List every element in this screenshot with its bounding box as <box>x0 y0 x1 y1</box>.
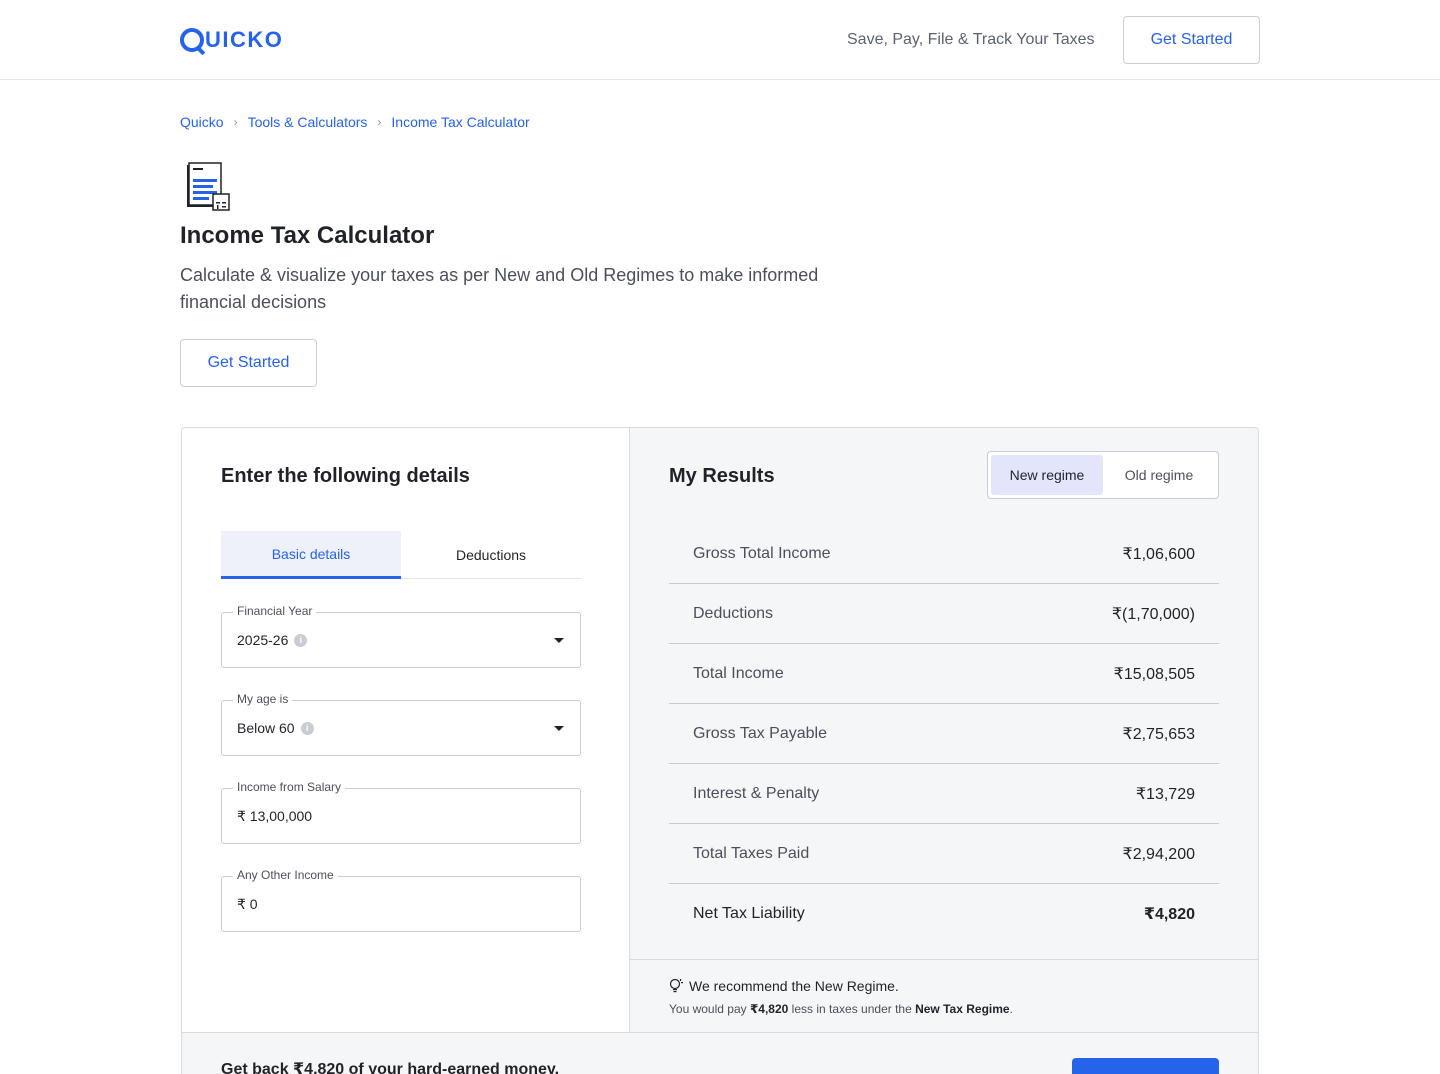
result-label: Net Tax Liability <box>693 905 805 922</box>
rec-amount: ₹4,820 <box>749 1002 789 1016</box>
chevron-down-icon[interactable] <box>554 726 564 731</box>
rec-regime: New Tax Regime <box>915 1002 1010 1016</box>
top-header: UICKO Save, Pay, File & Track Your Taxes… <box>0 0 1440 80</box>
result-label: Interest & Penalty <box>693 784 820 802</box>
result-value: ₹1,06,600 <box>1122 545 1195 563</box>
financial-year-value: 2025-26 <box>237 632 289 648</box>
result-value: ₹15,08,505 <box>1113 665 1195 683</box>
breadcrumb-separator-icon: › <box>233 115 238 129</box>
details-tabs: Basic details Deductions <box>221 531 581 579</box>
rec-suffix: . <box>1009 1002 1013 1016</box>
new-regime-option[interactable]: New regime <box>991 455 1103 495</box>
header-get-started-button[interactable]: Get Started <box>1123 16 1260 64</box>
result-row: Gross Tax Payable ₹2,75,653 <box>669 704 1219 764</box>
results-title: My Results <box>669 465 775 487</box>
salary-income-field[interactable]: Income from Salary ₹ 13,00,000 <box>221 780 581 844</box>
calculator-card: Enter the following details Basic detail… <box>181 427 1259 1074</box>
page-subtitle: Calculate & visualize your taxes as per … <box>180 265 819 312</box>
info-icon[interactable]: i <box>294 633 308 647</box>
chevron-down-icon[interactable] <box>554 638 564 643</box>
salary-income-label: Income from Salary <box>233 780 346 794</box>
hero-get-started-button[interactable]: Get Started <box>180 339 317 387</box>
quicko-logo[interactable]: UICKO <box>180 26 283 54</box>
result-row: Deductions ₹(1,70,000) <box>669 584 1219 644</box>
financial-year-select[interactable]: Financial Year 2025-26 i <box>221 604 581 668</box>
result-value: ₹2,94,200 <box>1122 845 1195 863</box>
breadcrumb-item-tools[interactable]: Tools & Calculators <box>248 114 368 130</box>
result-row: Total Taxes Paid ₹2,94,200 <box>669 824 1219 884</box>
tax-document-icon <box>187 162 230 211</box>
header-tagline: Save, Pay, File & Track Your Taxes <box>847 31 1095 48</box>
lightbulb-icon <box>669 978 683 993</box>
old-regime-option[interactable]: Old regime <box>1103 455 1215 495</box>
result-label: Total Taxes Paid <box>693 844 810 862</box>
result-label: Total Income <box>693 664 784 682</box>
result-value: ₹13,729 <box>1135 785 1195 803</box>
logo-q-mark-icon <box>180 28 204 52</box>
result-label: Gross Tax Payable <box>693 724 827 742</box>
breadcrumb: Quicko › Tools & Calculators › Income Ta… <box>180 114 530 130</box>
financial-year-label: Financial Year <box>233 604 317 618</box>
refund-banner: Get back ₹4,820 of your hard-earned mone… <box>182 1032 1258 1074</box>
breadcrumb-item-current[interactable]: Income Tax Calculator <box>391 114 529 130</box>
results-panel: My Results New regime Old regime Gross T… <box>630 428 1258 1032</box>
breadcrumb-separator-icon: › <box>377 115 382 129</box>
salary-income-value[interactable]: ₹ 13,00,000 <box>237 808 312 825</box>
details-panel: Enter the following details Basic detail… <box>182 428 630 1032</box>
breadcrumb-item-quicko[interactable]: Quicko <box>180 114 224 130</box>
other-income-field[interactable]: Any Other Income ₹ 0 <box>221 868 581 932</box>
result-label: Deductions <box>693 604 774 622</box>
logo-text: UICKO <box>205 27 284 52</box>
regime-toggle: New regime Old regime <box>987 451 1219 499</box>
result-value: ₹4,820 <box>1143 906 1195 923</box>
result-row: Interest & Penalty ₹13,729 <box>669 764 1219 824</box>
refund-banner-text: Get back ₹4,820 of your hard-earned mone… <box>221 1061 560 1074</box>
financial-year-value-wrap: 2025-26 i <box>237 632 308 648</box>
result-label: Gross Total Income <box>693 544 831 562</box>
net-tax-liability-row: Net Tax Liability ₹4,820 <box>669 884 1219 944</box>
recommendation-box: We recommend the New Regime. You would p… <box>630 959 1258 1032</box>
info-icon[interactable]: i <box>300 721 314 735</box>
rec-middle: less in taxes under the <box>788 1002 916 1016</box>
age-select[interactable]: My age is Below 60 i <box>221 692 581 756</box>
other-income-value[interactable]: ₹ 0 <box>237 896 258 913</box>
details-title: Enter the following details <box>221 465 470 487</box>
tab-basic-details[interactable]: Basic details <box>221 531 401 579</box>
result-row: Total Income ₹15,08,505 <box>669 644 1219 704</box>
age-value: Below 60 <box>237 720 295 736</box>
age-label: My age is <box>233 692 293 706</box>
other-income-label: Any Other Income <box>233 868 338 882</box>
result-value: ₹2,75,653 <box>1122 725 1195 743</box>
recommendation-detail: You would pay ₹4,820 less in taxes under… <box>669 1002 1013 1016</box>
result-row: Gross Total Income ₹1,06,600 <box>669 524 1219 584</box>
recommendation-headline: We recommend the New Regime. <box>689 978 899 994</box>
page-title: Income Tax Calculator <box>180 222 435 249</box>
results-table: Gross Total Income ₹1,06,600 Deductions … <box>669 524 1219 944</box>
recommendation-headline-wrap: We recommend the New Regime. <box>669 978 899 994</box>
result-value: ₹(1,70,000) <box>1111 605 1195 623</box>
rec-prefix: You would pay <box>669 1002 750 1016</box>
age-value-wrap: Below 60 i <box>237 720 314 736</box>
tab-deductions[interactable]: Deductions <box>401 531 581 579</box>
refund-banner-button[interactable] <box>1072 1058 1219 1074</box>
